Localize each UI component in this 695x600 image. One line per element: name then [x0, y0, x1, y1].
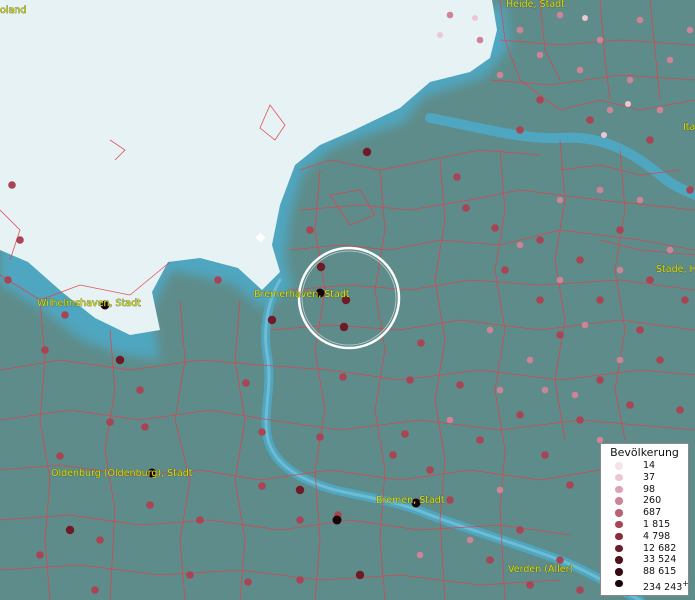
legend-label: 98 — [643, 483, 656, 495]
label-bremerhaven: Bremerhaven, Stadt — [254, 289, 350, 300]
legend-item: 88 615 — [601, 566, 688, 578]
legend-swatch — [615, 485, 623, 494]
legend-label: 4 798 — [643, 530, 671, 542]
legend-label: 234 243+ — [643, 578, 689, 594]
label-stade: Stade, H — [656, 264, 695, 275]
population-legend: Bevölkerung 14 37 98 260 687 1 815 4 798 12 682… — [600, 443, 689, 596]
label-oldenburg: Oldenburg (Oldenburg), Stadt — [51, 468, 193, 479]
legend-item: 14 — [601, 460, 688, 472]
legend-item: 234 243+ — [601, 578, 689, 593]
legend-swatch — [615, 544, 623, 553]
legend-label: 12 682 — [643, 542, 677, 554]
legend-item: 12 682 — [601, 543, 688, 555]
legend-label: 687 — [643, 507, 662, 519]
legend-item: 37 — [601, 472, 688, 484]
label-heide: Heide, Stadt — [506, 0, 565, 10]
legend-swatch — [615, 497, 623, 505]
legend-item: 1 815 — [601, 519, 688, 531]
legend-label: 1 815 — [643, 518, 671, 530]
map-canvas[interactable]: goland Heide, Stadt Ita Stade, H Bremerh… — [0, 0, 695, 600]
legend-swatch — [615, 579, 623, 588]
legend-item: 687 — [601, 507, 688, 519]
label-bremen: Bremen, Stadt — [376, 495, 445, 506]
legend-label: 33 524 — [643, 554, 677, 566]
legend-item: 98 — [601, 484, 688, 496]
legend-item: 4 798 — [601, 531, 688, 543]
legend-swatch — [615, 556, 623, 564]
label-right-top: Ita — [683, 122, 695, 133]
legend-title: Bevölkerung — [610, 446, 679, 459]
legend-item: 33 524 — [601, 554, 688, 566]
label-wilhelmshaven: Wilhelmshaven, Stadt — [37, 298, 141, 309]
label-verden: Verden (Aller) — [508, 564, 573, 575]
legend-items: 14 37 98 260 687 1 815 4 798 12 682 33 524 88 615… — [601, 460, 689, 593]
legend-swatch — [615, 473, 623, 482]
legend-swatch — [615, 462, 623, 470]
map-layer[interactable]: goland Heide, Stadt Ita Stade, H Bremerh… — [0, 0, 695, 600]
legend-label: 37 — [643, 471, 656, 483]
legend-swatch — [615, 532, 623, 541]
legend-open-end-marker: + — [682, 578, 689, 588]
legend-swatch — [615, 520, 623, 529]
legend-label: 260 — [643, 495, 662, 507]
legend-swatch — [615, 568, 623, 576]
legend-label: 88 615 — [643, 566, 677, 578]
legend-label: 14 — [643, 460, 656, 471]
legend-swatch — [615, 509, 623, 517]
legend-item: 260 — [601, 495, 688, 507]
label-top-left: goland — [0, 5, 26, 16]
